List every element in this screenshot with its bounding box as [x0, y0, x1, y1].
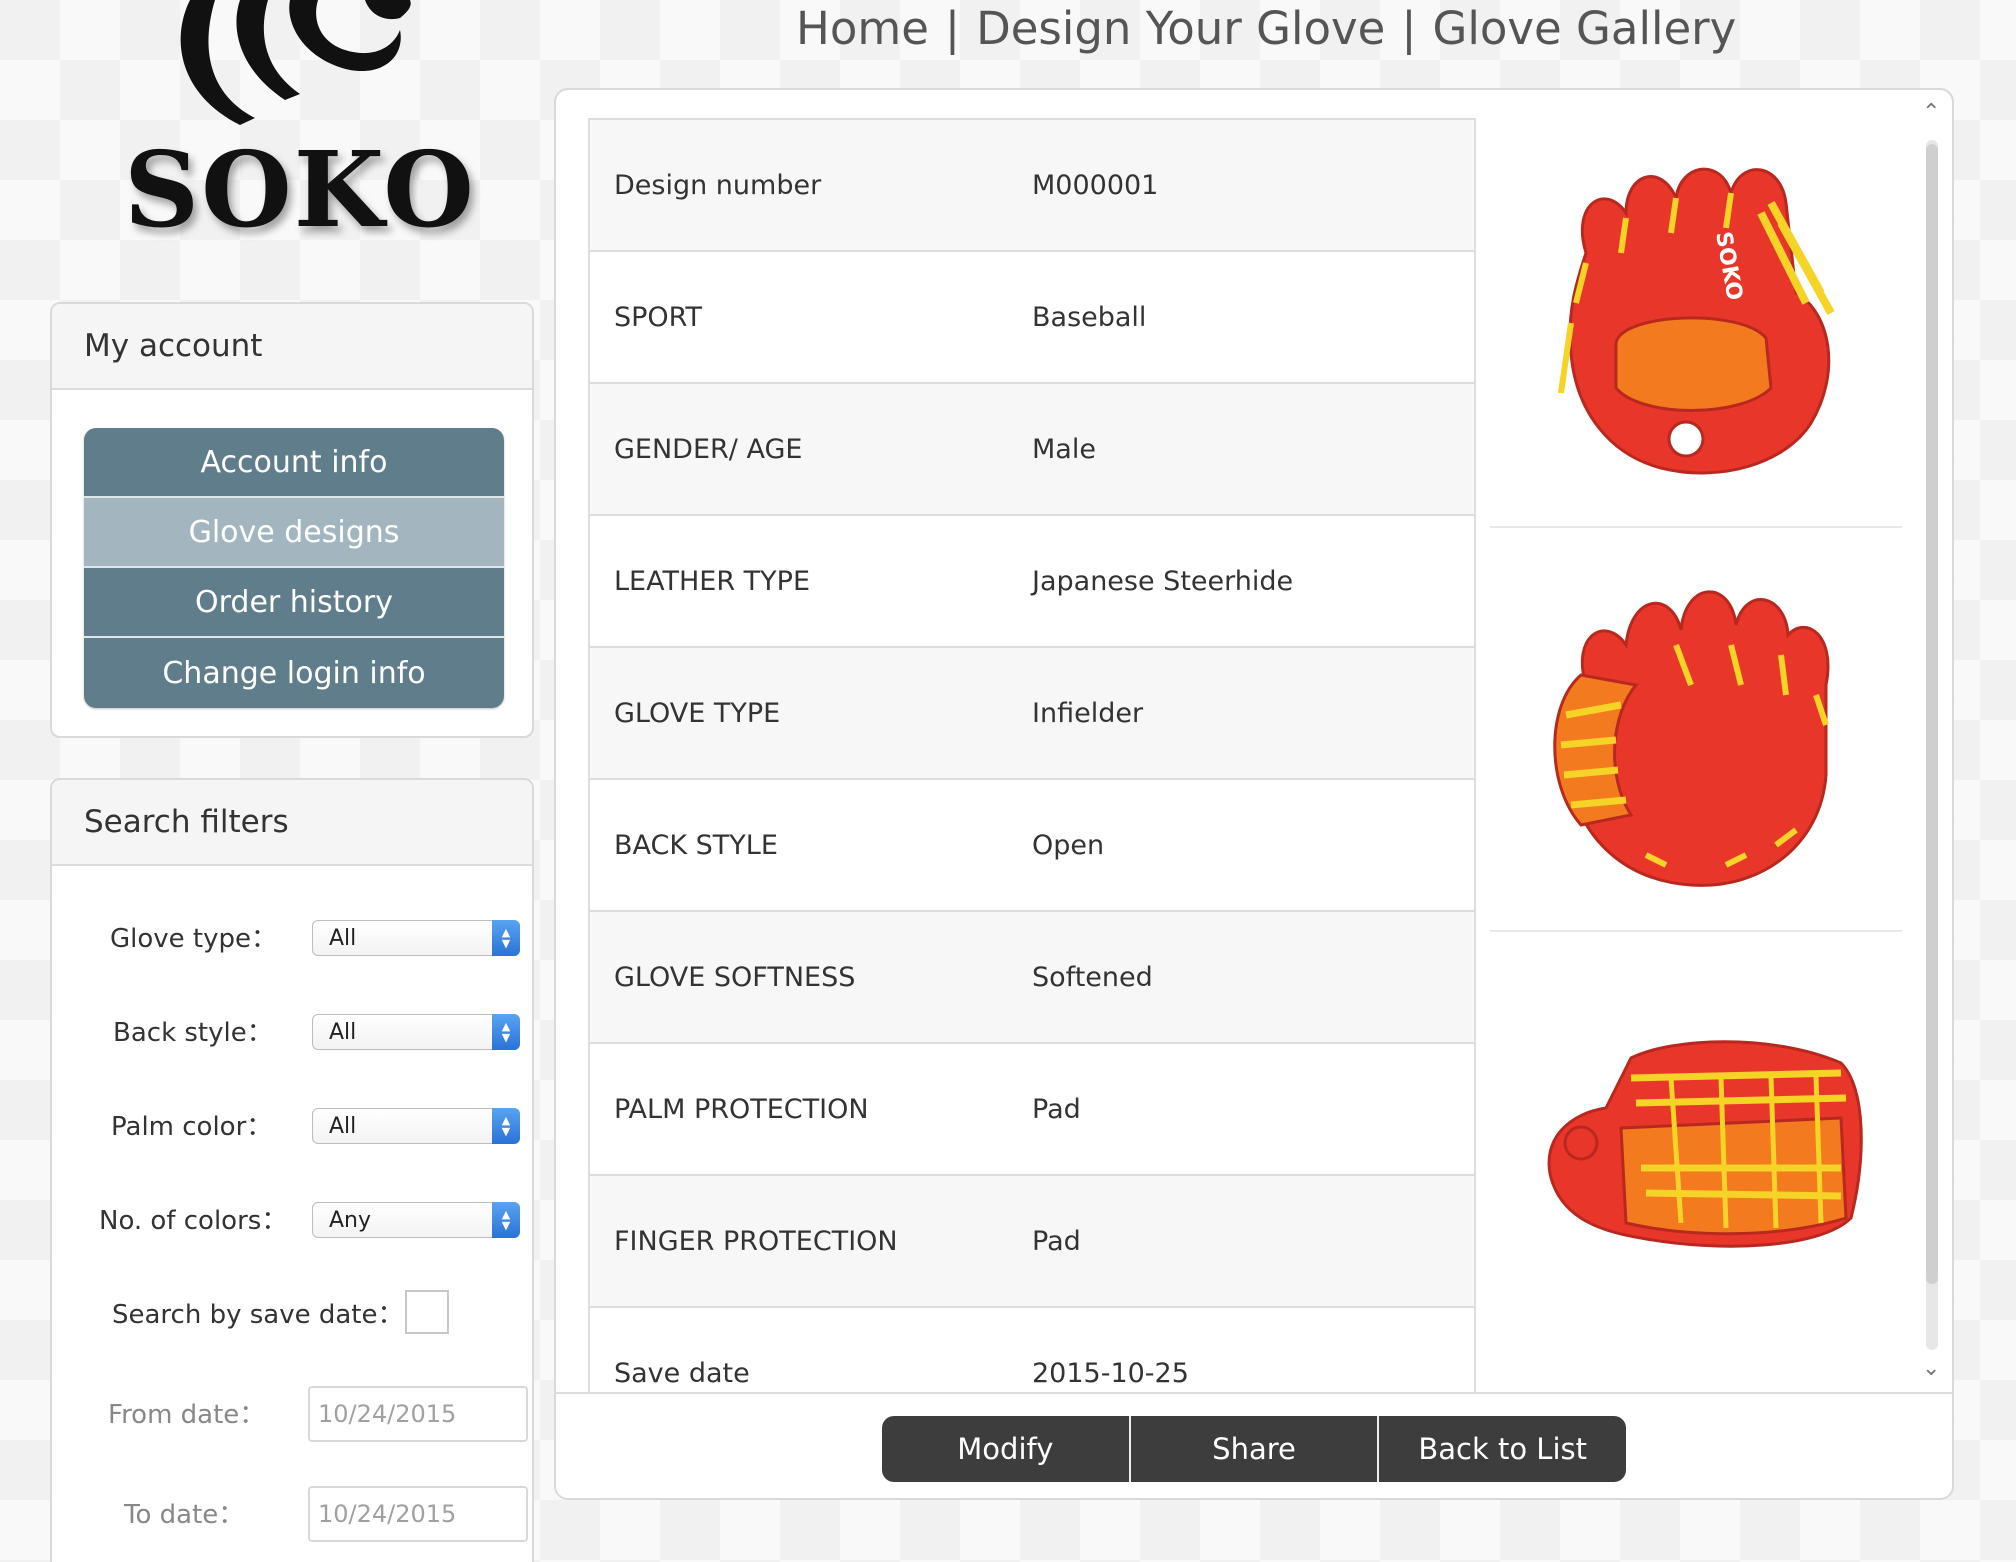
detail-row-gender-age: GENDER/ AGE Male	[590, 384, 1474, 516]
glove-designs-button[interactable]: Glove designs	[84, 498, 504, 568]
detail-value: Male	[1032, 433, 1096, 465]
change-login-info-button[interactable]: Change login info	[84, 638, 504, 708]
glove-back-view-icon: SOKO	[1558, 167, 1835, 475]
nav-separator: |	[944, 1, 961, 55]
glove-back-view-image[interactable]: SOKO	[1490, 118, 1902, 518]
back-style-label: Back style：	[113, 1018, 273, 1048]
glove-palm-view-icon	[1553, 590, 1830, 887]
detail-label: FINGER PROTECTION	[614, 1225, 898, 1257]
select-arrows-icon: ▲ ▼	[492, 1014, 520, 1050]
search-filters-title: Search filters	[52, 780, 532, 866]
detail-label: BACK STYLE	[614, 829, 778, 861]
detail-row-leather-type: LEATHER TYPE Japanese Steerhide	[590, 516, 1474, 648]
glove-type-select[interactable]: All ▲ ▼	[312, 920, 520, 956]
my-account-panel: My account Account info Glove designs Or…	[50, 302, 534, 738]
save-date-label: Search by save date：	[112, 1300, 404, 1330]
detail-value: Pad	[1032, 1225, 1081, 1257]
gallery-divider	[1490, 526, 1902, 528]
nav-separator: |	[1401, 1, 1417, 55]
detail-row-finger-protection: FINGER PROTECTION Pad	[590, 1176, 1474, 1308]
soko-logo[interactable]: SOKO	[110, 0, 474, 251]
glove-side-view-icon	[1547, 1040, 1863, 1248]
glove-type-value: All	[329, 925, 357, 951]
detail-actions-bar: Modify Share Back to List	[556, 1392, 1952, 1498]
detail-value: Open	[1032, 829, 1105, 861]
design-details-table: Design number M000001 SPORT Baseball GEN…	[588, 118, 1476, 1440]
detail-value: Infielder	[1032, 697, 1144, 729]
detail-value: 2015-10-25	[1032, 1357, 1189, 1389]
search-filters-panel: Search filters Glove type： All ▲ ▼ Back s…	[50, 778, 534, 1562]
num-colors-select[interactable]: Any ▲ ▼	[312, 1202, 520, 1238]
detail-row-sport: SPORT Baseball	[590, 252, 1474, 384]
to-date-value: 10/24/2015	[318, 1500, 457, 1528]
select-arrows-icon: ▲ ▼	[492, 920, 520, 956]
logo-wordmark: SOKO	[124, 128, 476, 251]
palm-color-value: All	[329, 1113, 357, 1139]
detail-row-design-number: Design number M000001	[590, 120, 1474, 252]
detail-label: GLOVE TYPE	[614, 697, 781, 729]
scrollbar-thumb[interactable]	[1926, 144, 1938, 1284]
glove-image-gallery: SOKO	[1490, 118, 1902, 1366]
scroll-down-icon[interactable]: ⌄	[1922, 1356, 1940, 1381]
from-date-label: From date：	[108, 1400, 266, 1430]
order-history-button[interactable]: Order history	[84, 568, 504, 638]
detail-row-back-style: BACK STYLE Open	[590, 780, 1474, 912]
nav-design-your-glove-link[interactable]: Design Your Glove	[976, 2, 1385, 55]
glove-palm-view-image[interactable]	[1490, 530, 1902, 930]
detail-value: M000001	[1032, 169, 1159, 201]
detail-label: LEATHER TYPE	[614, 565, 811, 597]
eagle-emblem-icon	[180, 0, 411, 125]
account-info-button[interactable]: Account info	[84, 428, 504, 498]
detail-label: GLOVE SOFTNESS	[614, 961, 856, 993]
from-date-value: 10/24/2015	[318, 1400, 457, 1428]
save-date-checkbox[interactable]	[405, 1290, 449, 1334]
to-date-label: To date：	[124, 1500, 245, 1530]
detail-row-palm-protection: PALM PROTECTION Pad	[590, 1044, 1474, 1176]
num-colors-label: No. of colors：	[99, 1206, 288, 1236]
detail-label: PALM PROTECTION	[614, 1093, 869, 1125]
top-navigation: Home | Design Your Glove | Glove Gallery	[796, 0, 1736, 56]
glove-side-view-image[interactable]	[1490, 948, 1902, 1348]
nav-glove-gallery-link[interactable]: Glove Gallery	[1433, 2, 1737, 55]
from-date-input[interactable]: 10/24/2015	[308, 1386, 528, 1442]
select-arrows-icon: ▲ ▼	[492, 1108, 520, 1144]
glove-design-detail-panel: Design number M000001 SPORT Baseball GEN…	[554, 88, 1954, 1500]
palm-color-select[interactable]: All ▲ ▼	[312, 1108, 520, 1144]
nav-home-link[interactable]: Home	[796, 2, 929, 55]
back-to-list-button[interactable]: Back to List	[1379, 1416, 1626, 1482]
detail-label: SPORT	[614, 301, 702, 333]
detail-value: Baseball	[1032, 301, 1147, 333]
gallery-divider	[1490, 930, 1902, 932]
share-button[interactable]: Share	[1131, 1416, 1380, 1482]
detail-row-glove-softness: GLOVE SOFTNESS Softened	[590, 912, 1474, 1044]
detail-value: Pad	[1032, 1093, 1081, 1125]
palm-color-label: Palm color：	[111, 1112, 273, 1142]
select-arrows-icon: ▲ ▼	[492, 1202, 520, 1238]
glove-type-label: Glove type：	[110, 924, 278, 954]
my-account-title: My account	[52, 304, 532, 390]
scroll-up-icon[interactable]: ⌃	[1922, 100, 1940, 125]
detail-label: GENDER/ AGE	[614, 433, 803, 465]
detail-label: Design number	[614, 169, 822, 201]
back-style-select[interactable]: All ▲ ▼	[312, 1014, 520, 1050]
modify-button[interactable]: Modify	[882, 1416, 1131, 1482]
gallery-scrollbar[interactable]: ⌃ ⌄	[1920, 100, 1944, 1400]
account-menu: Account info Glove designs Order history…	[84, 428, 504, 708]
detail-row-glove-type: GLOVE TYPE Infielder	[590, 648, 1474, 780]
back-style-value: All	[329, 1019, 357, 1045]
detail-value: Softened	[1032, 961, 1153, 993]
num-colors-value: Any	[329, 1207, 372, 1233]
to-date-input[interactable]: 10/24/2015	[308, 1486, 528, 1542]
action-button-group: Modify Share Back to List	[882, 1416, 1626, 1482]
detail-label: Save date	[614, 1357, 750, 1389]
detail-value: Japanese Steerhide	[1032, 565, 1294, 597]
